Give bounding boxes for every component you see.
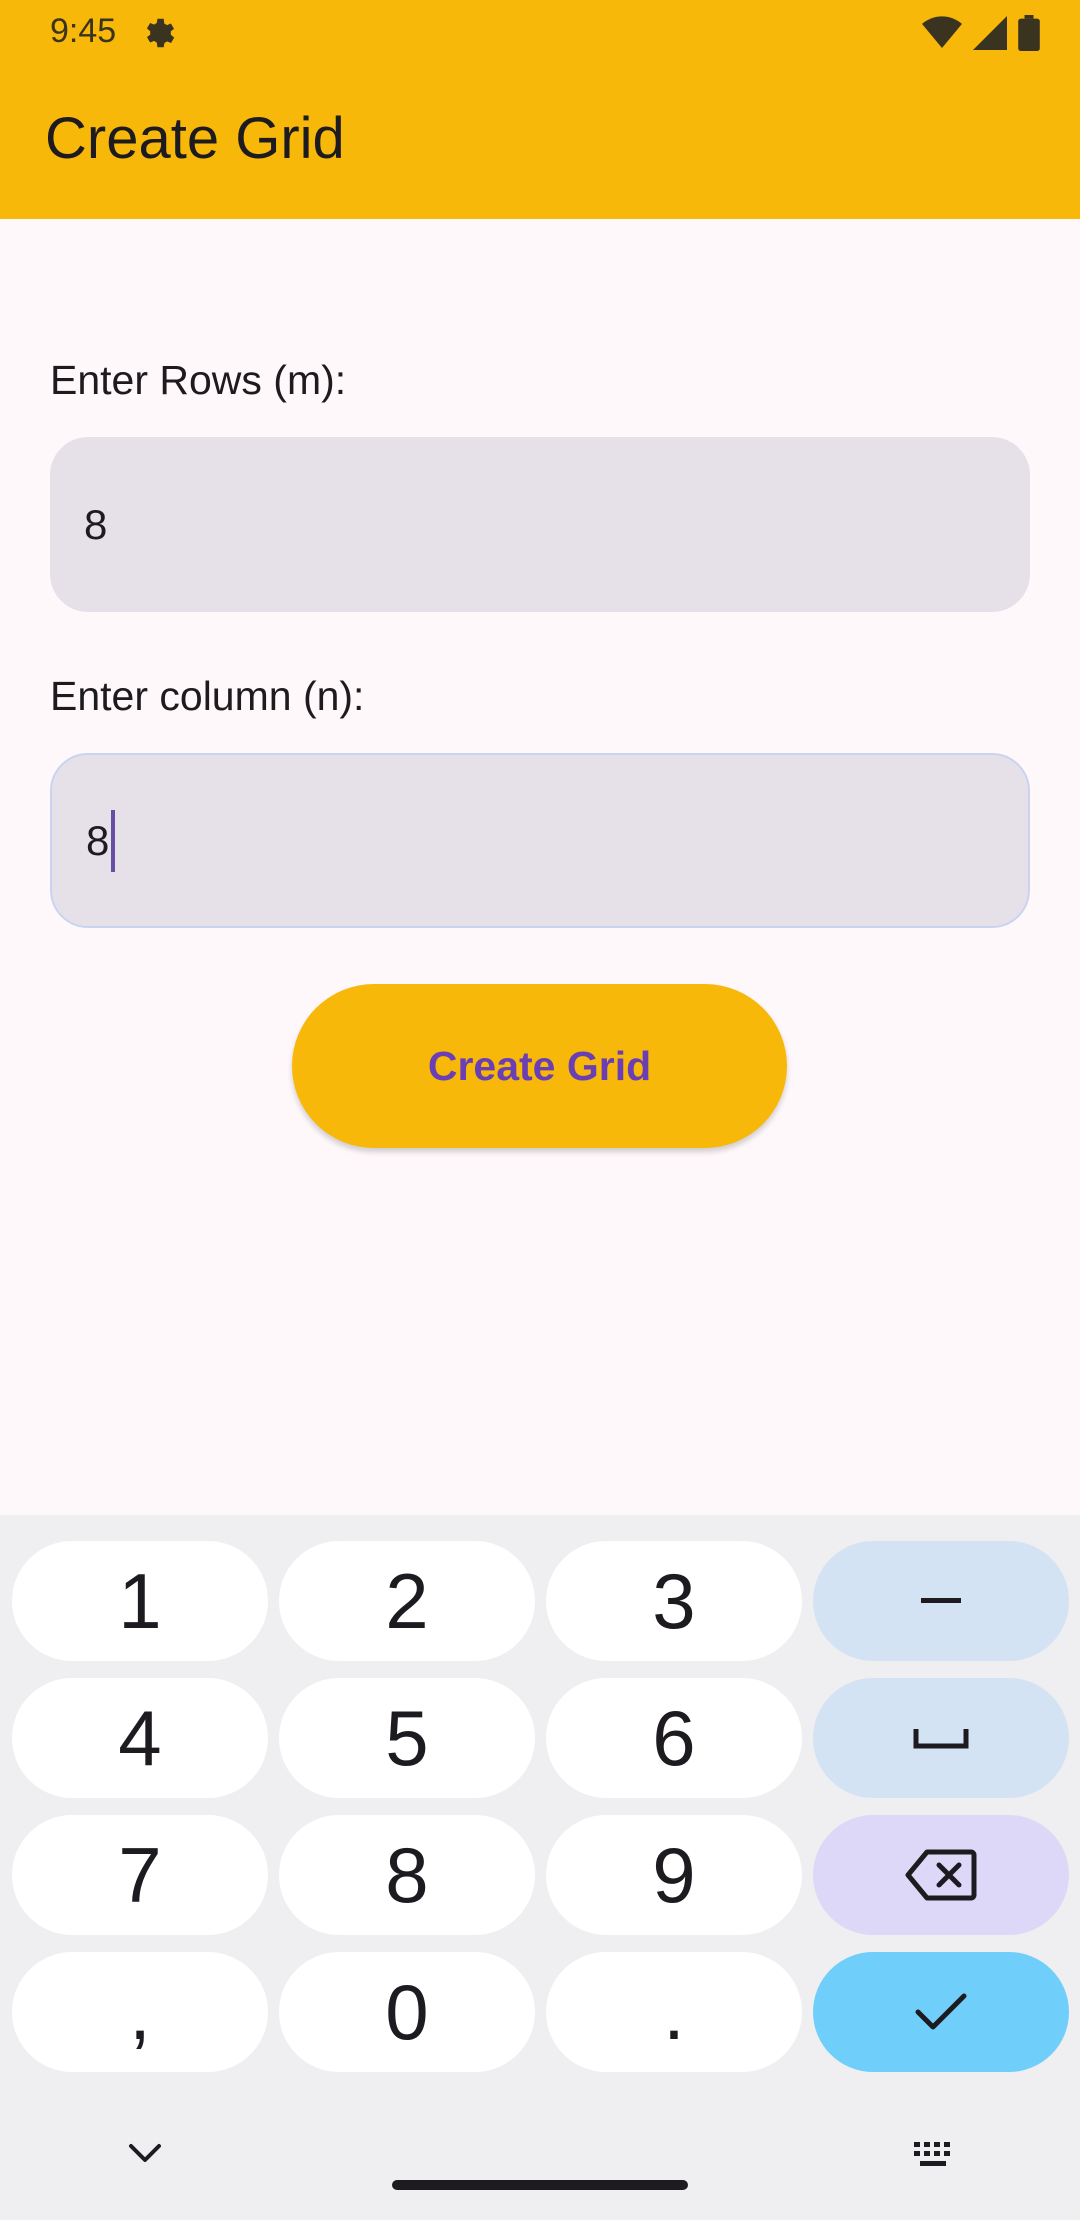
key-0[interactable]: 0 xyxy=(279,1952,535,2072)
columns-input-text: 8 xyxy=(86,816,110,864)
numeric-keyboard: 1 2 3 4 5 6 7 8 9 , 0 . xyxy=(0,1515,1080,2220)
rows-input-value: 8 xyxy=(84,500,108,548)
key-comma[interactable]: , xyxy=(12,1952,268,2072)
backspace-icon xyxy=(905,1849,977,1901)
keyboard-switch-icon[interactable] xyxy=(912,2140,958,2170)
columns-label: Enter column (n): xyxy=(50,673,365,719)
status-bar: 9:45 xyxy=(0,0,1080,66)
check-icon xyxy=(915,1993,967,2030)
columns-input[interactable]: 8 xyxy=(50,753,1030,928)
status-time: 9:45 xyxy=(50,12,117,50)
text-caret xyxy=(111,809,116,872)
wifi-icon xyxy=(922,16,962,48)
key-6[interactable]: 6 xyxy=(546,1678,802,1798)
minus-icon xyxy=(921,1598,961,1603)
app-bar: 9:45 Create Grid xyxy=(0,0,1080,219)
chevron-down-icon[interactable] xyxy=(125,2138,165,2168)
rows-input[interactable]: 8 xyxy=(50,437,1030,612)
key-3[interactable]: 3 xyxy=(546,1541,802,1661)
key-4[interactable]: 4 xyxy=(12,1678,268,1798)
rows-label: Enter Rows (m): xyxy=(50,357,347,403)
create-grid-button[interactable]: Create Grid xyxy=(292,984,787,1148)
gesture-nav-handle[interactable] xyxy=(392,2180,688,2190)
key-7[interactable]: 7 xyxy=(12,1815,268,1935)
key-2[interactable]: 2 xyxy=(279,1541,535,1661)
key-9[interactable]: 9 xyxy=(546,1815,802,1935)
key-8[interactable]: 8 xyxy=(279,1815,535,1935)
key-1[interactable]: 1 xyxy=(12,1541,268,1661)
cellular-signal-icon xyxy=(973,16,1007,50)
columns-input-value: 8 xyxy=(86,755,116,926)
key-5[interactable]: 5 xyxy=(279,1678,535,1798)
space-icon xyxy=(913,1729,969,1749)
status-icons xyxy=(922,14,1040,52)
done-key[interactable] xyxy=(813,1952,1069,2072)
battery-icon xyxy=(1018,15,1040,51)
settings-gear-icon xyxy=(146,18,175,48)
page-title: Create Grid xyxy=(45,106,345,171)
backspace-key[interactable] xyxy=(813,1815,1069,1935)
key-period[interactable]: . xyxy=(546,1952,802,2072)
minus-key[interactable] xyxy=(813,1541,1069,1661)
space-key[interactable] xyxy=(813,1678,1069,1798)
